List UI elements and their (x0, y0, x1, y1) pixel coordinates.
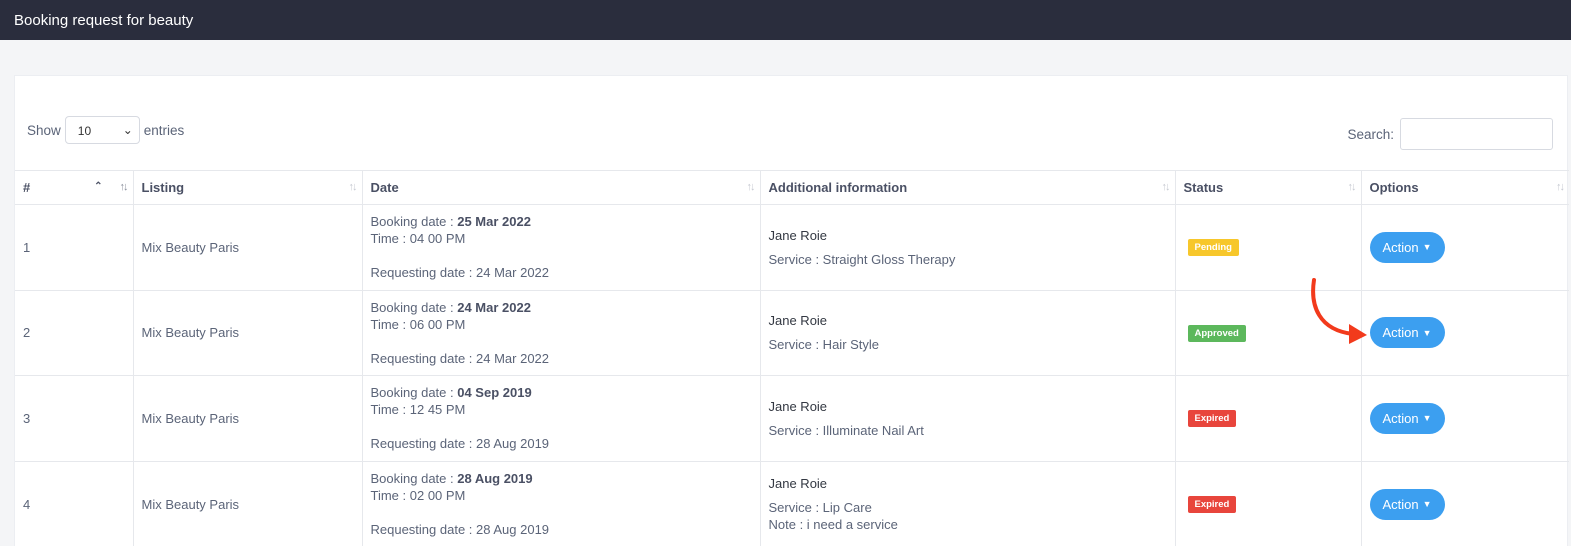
caret-down-icon: ▼ (1422, 242, 1432, 253)
listing-name: Mix Beauty Paris (133, 460, 363, 546)
booking-time: Time : 04 00 PM (370, 231, 466, 247)
status-badge: Approved (1187, 324, 1246, 342)
booking-time: Time : 02 00 PM (370, 488, 466, 503)
page-title: Booking request for beauty (14, 12, 194, 29)
show-label: Show (27, 122, 61, 138)
sort-arrows-icon: ↑↓ (746, 181, 756, 193)
booking-date-value: 28 Aug 2019 (457, 471, 533, 486)
bookings-table: # ⌃ ↑↓ Listing ↑↓ Date ↑↓ Additional inf… (15, 170, 1569, 546)
date-cell: Booking date : 24 Mar 2022 Time : 06 00 … (362, 289, 761, 376)
caret-down-icon: ▼ (1422, 327, 1432, 338)
column-header-options[interactable]: Options ↑↓ (1361, 170, 1569, 205)
table-row: 3 Mix Beauty Paris Booking date : 04 Sep… (15, 375, 1569, 461)
table-row: 4 Mix Beauty Paris Booking date : 28 Aug… (15, 460, 1569, 546)
status-cell: Expired (1175, 375, 1362, 461)
sort-arrows-icon: ↑↓ (348, 181, 358, 193)
listing-name: Mix Beauty Paris (133, 289, 363, 376)
options-cell: Action ▼ (1361, 460, 1569, 546)
requesting-date: Requesting date : 28 Aug 2019 (370, 522, 550, 537)
additional-info-cell: Jane Roie Service : Lip Care Note : i ne… (760, 460, 1176, 546)
booking-date-line: Booking date : 25 Mar 2022 (370, 214, 531, 230)
table-header-row: # ⌃ ↑↓ Listing ↑↓ Date ↑↓ Additional inf… (15, 170, 1569, 205)
top-bar: Booking request for beauty (0, 0, 1571, 40)
booking-date-line: Booking date : 28 Aug 2019 (370, 471, 533, 486)
action-button[interactable]: Action ▼ (1369, 488, 1445, 520)
chevron-down-icon: ⌄ (122, 123, 133, 137)
booking-date-line: Booking date : 04 Sep 2019 (370, 385, 532, 401)
entries-length-control: Show 10 ⌄ entries (27, 116, 184, 144)
booking-time: Time : 06 00 PM (370, 316, 466, 332)
note-text: Note : i need a service (768, 517, 898, 532)
sort-arrows-icon: ↑↓ (1347, 181, 1357, 193)
booking-date-value: 04 Sep 2019 (457, 385, 532, 401)
additional-info-cell: Jane Roie Service : Straight Gloss Thera… (760, 204, 1176, 290)
date-cell: Booking date : 28 Aug 2019 Time : 02 00 … (362, 460, 761, 546)
status-badge: Expired (1187, 410, 1237, 428)
options-cell: Action ▼ (1361, 375, 1569, 461)
listing-name: Mix Beauty Paris (133, 204, 363, 290)
entries-select[interactable]: 10 ⌄ (64, 116, 140, 144)
entries-label: entries (143, 122, 185, 138)
row-number: 3 (15, 375, 134, 461)
status-badge: Expired (1187, 496, 1237, 513)
sort-arrows-icon: ↑↓ (119, 181, 129, 193)
sort-arrows-icon: ↑↓ (1161, 181, 1171, 193)
additional-info-cell: Jane Roie Service : Hair Style (760, 289, 1176, 376)
additional-info-cell: Jane Roie Service : Illuminate Nail Art (760, 375, 1176, 461)
column-header-status[interactable]: Status ↑↓ (1175, 170, 1362, 205)
requesting-date: Requesting date : 28 Aug 2019 (370, 436, 550, 452)
row-number: 4 (15, 460, 134, 546)
status-badge: Pending (1187, 239, 1239, 257)
curved-arrow-icon (1311, 278, 1367, 344)
booking-date-line: Booking date : 24 Mar 2022 (370, 299, 531, 315)
caret-down-icon: ▼ (1422, 413, 1432, 424)
status-cell: Expired (1175, 460, 1362, 546)
booking-date-value: 24 Mar 2022 (457, 299, 531, 315)
options-cell: Action ▼ (1361, 204, 1569, 290)
date-cell: Booking date : 04 Sep 2019 Time : 12 45 … (362, 375, 761, 461)
requesting-date: Requesting date : 24 Mar 2022 (370, 265, 550, 281)
service-text: Service : Hair Style (768, 337, 880, 353)
service-text: Service : Lip Care (768, 500, 872, 515)
search-control: Search: (1347, 118, 1553, 150)
booking-time: Time : 12 45 PM (370, 402, 466, 418)
sort-arrows-icon: ↑↓ (1556, 181, 1565, 193)
entries-select-value: 10 (77, 124, 92, 138)
booking-date-value: 25 Mar 2022 (457, 214, 531, 230)
sort-asc-icon: ⌃ (94, 181, 103, 192)
row-number: 2 (15, 289, 134, 376)
customer-name: Jane Roie (768, 313, 828, 329)
service-text: Service : Illuminate Nail Art (768, 422, 924, 438)
customer-name: Jane Roie (768, 398, 828, 414)
column-header-number[interactable]: # ⌃ ↑↓ (15, 170, 134, 205)
column-header-date[interactable]: Date ↑↓ (362, 170, 761, 205)
date-cell: Booking date : 25 Mar 2022 Time : 04 00 … (362, 204, 761, 290)
search-label: Search: (1347, 126, 1394, 142)
row-number: 1 (15, 204, 134, 290)
service-text: Service : Straight Gloss Therapy (768, 251, 956, 267)
caret-down-icon: ▼ (1422, 499, 1432, 509)
options-cell: Action ▼ (1361, 289, 1569, 376)
action-button[interactable]: Action ▼ (1369, 402, 1445, 434)
requesting-date: Requesting date : 24 Mar 2022 (370, 350, 550, 366)
action-button[interactable]: Action ▼ (1369, 231, 1445, 263)
column-header-listing[interactable]: Listing ↑↓ (133, 170, 363, 205)
customer-name: Jane Roie (768, 227, 828, 243)
column-header-additional-information[interactable]: Additional information ↑↓ (760, 170, 1176, 205)
action-button[interactable]: Action ▼ (1369, 317, 1445, 349)
customer-name: Jane Roie (768, 476, 828, 491)
listing-name: Mix Beauty Paris (133, 375, 363, 461)
search-input[interactable] (1400, 118, 1553, 150)
